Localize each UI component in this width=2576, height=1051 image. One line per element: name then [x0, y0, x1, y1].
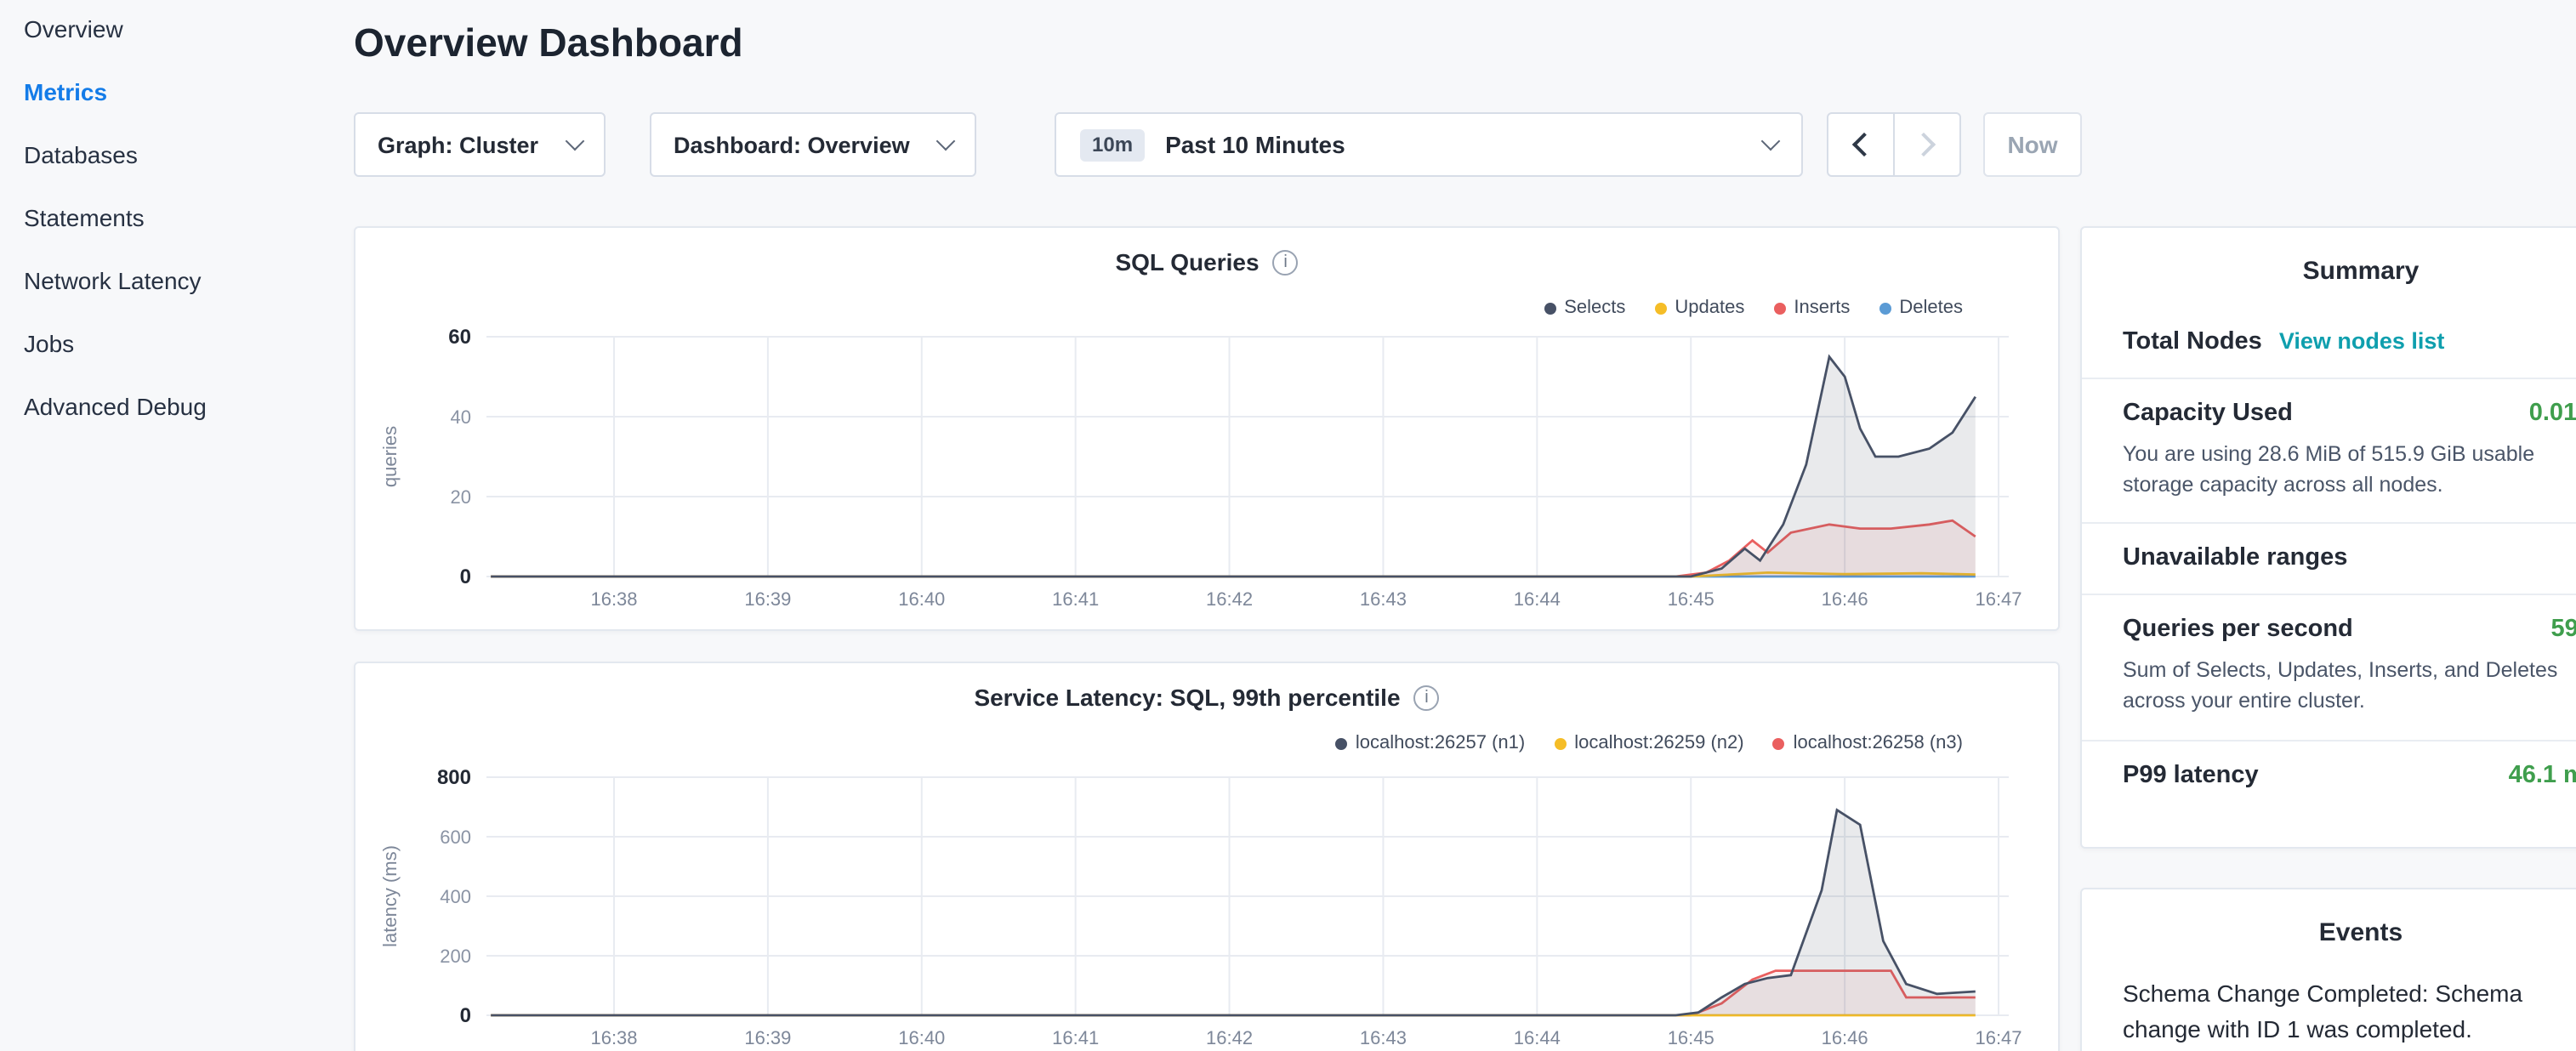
capacity-used-description: You are using 28.6 MiB of 515.9 GiB usab… [2123, 439, 2576, 501]
p99-latency-value: 46.1 ms [2509, 761, 2576, 788]
sidebar-item-overview[interactable]: Overview [24, 15, 333, 43]
sidebar-item-jobs[interactable]: Jobs [24, 330, 333, 357]
time-step-buttons [1827, 112, 1961, 177]
time-step-forward-button[interactable] [1893, 112, 1961, 177]
svg-text:16:47: 16:47 [1975, 1027, 2022, 1048]
graph-dropdown-label: Graph: Cluster [378, 132, 538, 157]
sidebar-item-databases[interactable]: Databases [24, 141, 333, 168]
dashboard-dropdown[interactable]: Dashboard: Overview [650, 112, 976, 177]
svg-text:16:43: 16:43 [1360, 588, 1407, 610]
page-title: Overview Dashboard [354, 20, 743, 66]
summary-panel: Summary Total Nodes View nodes list 3 Ca… [2080, 226, 2576, 849]
svg-text:400: 400 [440, 886, 471, 907]
event-message: Schema Change Completed: Schema change w… [2082, 976, 2576, 1048]
dashboard-dropdown-label: Dashboard: Overview [674, 132, 910, 157]
time-range-dropdown[interactable]: 10m Past 10 Minutes [1055, 112, 1803, 177]
svg-text:0: 0 [460, 1004, 471, 1027]
chevron-left-icon [1852, 133, 1876, 156]
capacity-used-label: Capacity Used [2123, 400, 2293, 427]
chevron-down-icon [1761, 132, 1781, 151]
time-range-badge: 10m [1080, 128, 1145, 161]
graph-dropdown[interactable]: Graph: Cluster [354, 112, 606, 177]
queries-per-second-value: 59.7 [2551, 616, 2576, 644]
event-list-item[interactable]: Schema Change Completed: Schema change w… [2082, 976, 2576, 1051]
svg-text:16:42: 16:42 [1206, 1027, 1253, 1048]
sidebar-item-statements[interactable]: Statements [24, 204, 333, 231]
summary-title: Summary [2082, 228, 2576, 308]
p99-latency-label: P99 latency [2123, 761, 2259, 788]
unavailable-ranges-label: Unavailable ranges [2123, 545, 2347, 572]
svg-text:16:39: 16:39 [744, 588, 791, 610]
svg-text:16:39: 16:39 [744, 1027, 791, 1048]
capacity-used-value: 0.01% [2529, 400, 2576, 427]
chevron-right-icon [1912, 133, 1936, 156]
chevron-down-icon [566, 132, 585, 151]
svg-text:16:44: 16:44 [1514, 588, 1561, 610]
svg-text:60: 60 [448, 326, 471, 349]
queries-per-second-description: Sum of Selects, Updates, Inserts, and De… [2123, 656, 2576, 718]
chevron-down-icon [936, 132, 956, 151]
svg-text:16:38: 16:38 [590, 1027, 637, 1048]
svg-text:queries: queries [379, 426, 401, 487]
svg-text:16:43: 16:43 [1360, 1027, 1407, 1048]
svg-text:40: 40 [451, 406, 471, 428]
svg-text:16:45: 16:45 [1668, 588, 1714, 610]
svg-text:200: 200 [440, 946, 471, 967]
svg-text:16:45: 16:45 [1668, 1027, 1714, 1048]
svg-text:16:40: 16:40 [898, 588, 945, 610]
service-latency-chart-card: Service Latency: SQL, 99th percentile i … [354, 662, 2060, 1051]
summary-row-p99-latency: P99 latency 46.1 ms [2082, 739, 2576, 810]
sql-queries-chart[interactable]: 16:38 16:39 16:40 16:41 16:42 16:43 16:44 16:45… [355, 228, 2061, 633]
sidebar: Overview Metrics Databases Statements Ne… [0, 0, 333, 456]
sidebar-item-advanced-debug[interactable]: Advanced Debug [24, 393, 333, 420]
sidebar-item-network-latency[interactable]: Network Latency [24, 267, 333, 294]
app-root: Overview Metrics Databases Statements Ne… [0, 0, 2576, 1051]
sidebar-item-metrics[interactable]: Metrics [24, 78, 333, 105]
service-latency-chart[interactable]: 16:38 16:39 16:40 16:41 16:42 16:43 16:44 16:45… [355, 663, 2061, 1051]
svg-text:16:44: 16:44 [1514, 1027, 1561, 1048]
svg-text:0: 0 [460, 565, 471, 588]
svg-text:16:38: 16:38 [590, 588, 637, 610]
events-title: Events [2082, 889, 2576, 969]
view-nodes-list-link[interactable]: View nodes list [2279, 328, 2445, 354]
svg-text:16:42: 16:42 [1206, 588, 1253, 610]
svg-text:16:47: 16:47 [1975, 588, 2022, 610]
summary-row-capacity-used: Capacity Used 0.01% You are using 28.6 M… [2082, 378, 2576, 523]
total-nodes-label: Total Nodes [2123, 328, 2262, 355]
svg-text:20: 20 [451, 486, 471, 508]
summary-row-unavailable-ranges: Unavailable ranges 0 [2082, 523, 2576, 594]
queries-per-second-label: Queries per second [2123, 616, 2353, 644]
now-button[interactable]: Now [1983, 112, 2082, 177]
time-step-back-button[interactable] [1827, 112, 1895, 177]
svg-text:16:40: 16:40 [898, 1027, 945, 1048]
svg-text:latency (ms): latency (ms) [379, 845, 401, 947]
events-panel: Events Schema Change Completed: Schema c… [2080, 888, 2576, 1051]
summary-row-queries-per-second: Queries per second 59.7 Sum of Selects, … [2082, 594, 2576, 740]
svg-text:16:46: 16:46 [1822, 1027, 1868, 1048]
svg-text:16:41: 16:41 [1052, 588, 1099, 610]
time-range-label: Past 10 Minutes [1165, 131, 1345, 158]
svg-text:600: 600 [440, 827, 471, 848]
sql-queries-chart-card: SQL Queries i Selects Updates Inserts De… [354, 226, 2060, 631]
svg-text:16:46: 16:46 [1822, 588, 1868, 610]
svg-text:800: 800 [437, 766, 471, 789]
svg-text:16:41: 16:41 [1052, 1027, 1099, 1048]
summary-row-total-nodes: Total Nodes View nodes list 3 [2082, 308, 2576, 378]
